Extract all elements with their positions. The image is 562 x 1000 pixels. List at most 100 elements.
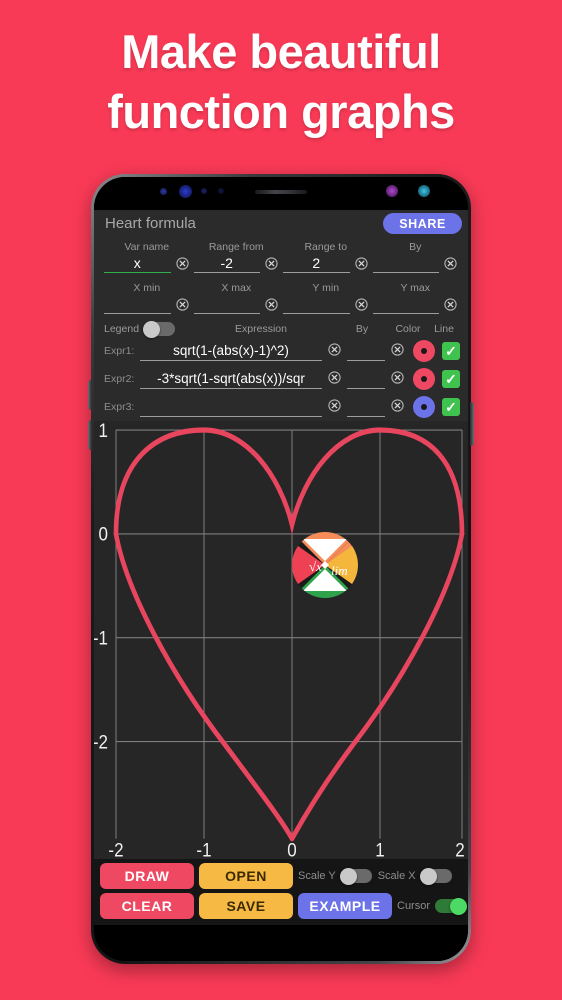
graph-background [94, 421, 468, 859]
svg-text:1: 1 [375, 840, 384, 859]
var-name-input[interactable]: x [104, 254, 171, 273]
clear-expr1-icon[interactable] [328, 343, 341, 356]
sensor-dot-icon [160, 188, 167, 195]
expr3-by-input[interactable] [347, 397, 385, 417]
clear-y-max-icon[interactable] [444, 298, 457, 311]
cursor-label: Cursor [397, 900, 431, 912]
phone-screen: Heart formula SHARE Var name Range from … [94, 177, 468, 961]
expr1-input[interactable]: sqrt(1-(abs(x)-1)^2) [140, 341, 322, 361]
label-range-to: Range to [304, 241, 348, 253]
share-button[interactable]: SHARE [383, 213, 462, 234]
scale-y-toggle[interactable] [339, 867, 372, 885]
expr3-label: Expr3: [104, 401, 135, 413]
sensor-dot-icon [218, 188, 224, 194]
app-screen: Heart formula SHARE Var name Range from … [94, 210, 468, 961]
scale-x-group: Scale X [378, 867, 452, 885]
clear-expr3-icon[interactable] [328, 399, 341, 412]
expr3-color-swatch[interactable] [413, 396, 435, 418]
expr3-input[interactable] [140, 397, 322, 417]
expr1-color-swatch[interactable] [413, 340, 435, 362]
clear-expr3-by-icon[interactable] [391, 399, 404, 412]
power-button[interactable] [470, 402, 474, 446]
app-logo-icon: √x lim [291, 531, 359, 599]
label-y-max: Y max [400, 282, 431, 294]
expr1-color-center [421, 348, 427, 354]
legend-header-row: Legend Expression By Color Line [94, 319, 468, 338]
sensor-dot-icon [179, 185, 192, 198]
svg-text:0: 0 [287, 840, 296, 859]
graph-canvas[interactable]: 1 0 -1 -2 -2 -1 0 1 2 √x lim [94, 421, 468, 859]
clear-x-min-icon[interactable] [175, 298, 189, 311]
bounds-header-row: X min X max Y min Y max [94, 278, 468, 295]
svg-text:lim: lim [331, 563, 348, 578]
expression-row: Expr3: ✓ [94, 393, 468, 421]
bounds-field-row [94, 295, 468, 319]
clear-button[interactable]: CLEAR [100, 893, 194, 919]
phone-mockup: Heart formula SHARE Var name Range from … [88, 174, 474, 964]
expr3-line-checkbox[interactable]: ✓ [442, 398, 460, 416]
scale-x-knob [419, 867, 437, 885]
expr1-line-checkbox[interactable]: ✓ [442, 342, 460, 360]
open-button[interactable]: OPEN [199, 863, 293, 889]
draw-button[interactable]: DRAW [100, 863, 194, 889]
svg-text:-1: -1 [94, 628, 108, 649]
expr1-label: Expr1: [104, 345, 135, 357]
label-expr-by: By [355, 323, 369, 335]
clear-var-name-icon[interactable] [175, 257, 189, 270]
range-from-input[interactable]: -2 [193, 254, 260, 273]
cursor-knob [450, 897, 468, 915]
label-x-min: X min [133, 282, 161, 294]
clear-expr2-by-icon[interactable] [391, 371, 404, 384]
label-y-min: Y min [312, 282, 340, 294]
control-row-2: CLEAR SAVE EXAMPLE Cursor [100, 893, 468, 919]
sensor-dot-icon [201, 188, 207, 194]
clear-range-to-icon[interactable] [354, 257, 368, 270]
expr2-color-swatch[interactable] [413, 368, 435, 390]
y-min-input[interactable] [283, 295, 350, 314]
label-line: Line [434, 323, 454, 335]
expr2-line-checkbox[interactable]: ✓ [442, 370, 460, 388]
clear-range-by-icon[interactable] [444, 257, 457, 270]
graph-svg: 1 0 -1 -2 -2 -1 0 1 2 [94, 421, 468, 859]
volume-down-button[interactable] [88, 420, 92, 450]
expr2-color-center [421, 376, 427, 382]
range-field-row: x -2 2 [94, 254, 468, 278]
label-range-from: Range from [208, 241, 264, 253]
range-to-input[interactable]: 2 [283, 254, 350, 273]
earpiece-speaker-icon [255, 190, 307, 194]
phone-bottom-bezel [94, 925, 468, 961]
scale-x-toggle[interactable] [419, 867, 452, 885]
volume-up-button[interactable] [88, 380, 92, 410]
save-button[interactable]: SAVE [199, 893, 293, 919]
x-min-input[interactable] [104, 295, 171, 314]
expr1-by-input[interactable] [347, 341, 385, 361]
clear-expr2-icon[interactable] [328, 371, 341, 384]
legend-toggle-knob [143, 320, 161, 338]
scale-y-label: Scale Y [298, 870, 336, 882]
cursor-toggle[interactable] [435, 897, 468, 915]
app-title-bar: Heart formula SHARE [94, 210, 468, 237]
legend-toggle[interactable] [143, 320, 176, 338]
front-camera-icon [418, 185, 430, 197]
range-by-input[interactable] [372, 254, 439, 273]
y-max-input[interactable] [372, 295, 439, 314]
expression-row: Expr2: -3*sqrt(1-sqrt(abs(x))/sqr ✓ [94, 365, 468, 393]
label-expression: Expression [235, 323, 287, 335]
example-button[interactable]: EXAMPLE [298, 893, 392, 919]
svg-text:2: 2 [455, 840, 464, 859]
formula-title[interactable]: Heart formula [105, 215, 383, 232]
svg-text:-1: -1 [196, 840, 211, 859]
bottom-control-bar: DRAW OPEN Scale Y Scale X CLEAR SAVE EXA… [94, 859, 468, 925]
expr2-by-input[interactable] [347, 369, 385, 389]
clear-x-max-icon[interactable] [265, 298, 278, 311]
control-row-1: DRAW OPEN Scale Y Scale X [100, 863, 462, 889]
label-color: Color [395, 323, 421, 335]
clear-y-min-icon[interactable] [354, 298, 368, 311]
expr2-input[interactable]: -3*sqrt(1-sqrt(abs(x))/sqr [140, 369, 322, 389]
label-var-name: Var name [124, 241, 170, 253]
clear-expr1-by-icon[interactable] [391, 343, 404, 356]
svg-text:1: 1 [99, 421, 108, 441]
x-max-input[interactable] [193, 295, 260, 314]
headline-line-1: Make beautiful [121, 25, 441, 78]
clear-range-from-icon[interactable] [265, 257, 278, 270]
